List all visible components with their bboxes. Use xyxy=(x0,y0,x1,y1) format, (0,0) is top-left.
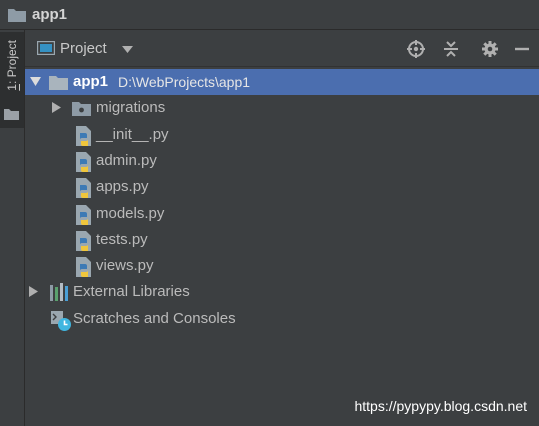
expand-arrow-icon[interactable] xyxy=(30,77,41,86)
tree-item-label: External Libraries xyxy=(73,283,190,300)
tree-item-label: tests.py xyxy=(96,231,148,248)
collapse-all-icon[interactable] xyxy=(441,39,461,59)
python-file-icon xyxy=(76,257,91,277)
hide-icon[interactable] xyxy=(512,39,532,59)
project-panel-header: Project xyxy=(25,30,539,67)
python-file-icon xyxy=(76,152,91,172)
tree-item-tests-py[interactable]: tests.py xyxy=(25,227,539,253)
scratches-icon xyxy=(51,311,71,331)
tree-item-label: Scratches and Consoles xyxy=(73,310,236,327)
tree-item-scratches[interactable]: Scratches and Consoles xyxy=(25,306,539,332)
title-bar: app1 xyxy=(0,0,539,30)
locate-icon[interactable] xyxy=(406,39,426,59)
libraries-icon xyxy=(50,283,68,301)
tree-item-label: __init__.py xyxy=(96,126,169,143)
root-folder-path: D:\WebProjects\app1 xyxy=(118,74,251,90)
tree-item-external-libraries[interactable]: External Libraries xyxy=(25,279,539,305)
chevron-right-icon[interactable] xyxy=(52,102,61,113)
python-file-icon xyxy=(76,205,91,225)
tree-item-migrations[interactable]: migrations xyxy=(25,95,539,121)
tree-item-models-py[interactable]: models.py xyxy=(25,201,539,227)
project-tree: app1 D:\WebProjects\app1 migrations __in… xyxy=(25,67,539,426)
tree-item-label: views.py xyxy=(96,257,154,274)
tree-item-admin-py[interactable]: admin.py xyxy=(25,148,539,174)
tree-item-label: apps.py xyxy=(96,178,149,195)
tree-item-label: models.py xyxy=(96,205,165,222)
left-tool-strip: 1: Project xyxy=(0,30,25,426)
watermark: https://pypypy.blog.csdn.net xyxy=(354,398,527,414)
chevron-right-icon[interactable] xyxy=(29,286,38,297)
folder-icon xyxy=(4,109,19,120)
chevron-down-icon[interactable] xyxy=(122,46,133,53)
folder-icon xyxy=(49,76,68,90)
python-file-icon xyxy=(76,231,91,251)
project-view-selector[interactable]: Project xyxy=(60,40,107,57)
project-tool-tab[interactable]: 1: Project xyxy=(0,32,24,128)
gear-icon[interactable] xyxy=(480,39,500,59)
tree-item-label: migrations xyxy=(96,99,166,116)
tree-item-views-py[interactable]: views.py xyxy=(25,253,539,279)
tree-item-apps-py[interactable]: apps.py xyxy=(25,174,539,200)
tree-item-label: admin.py xyxy=(96,152,157,169)
root-folder-name: app1 xyxy=(73,73,109,90)
tree-root-row[interactable]: app1 D:\WebProjects\app1 xyxy=(25,69,539,95)
project-view-icon xyxy=(37,41,55,55)
python-file-icon xyxy=(76,178,91,198)
folder-icon xyxy=(8,9,26,22)
project-tool-tab-label: 1: Project xyxy=(5,40,19,91)
tree-item-init-py[interactable]: __init__.py xyxy=(25,122,539,148)
window-title: app1 xyxy=(32,6,68,23)
python-file-icon xyxy=(76,126,91,146)
folder-icon xyxy=(72,102,91,116)
